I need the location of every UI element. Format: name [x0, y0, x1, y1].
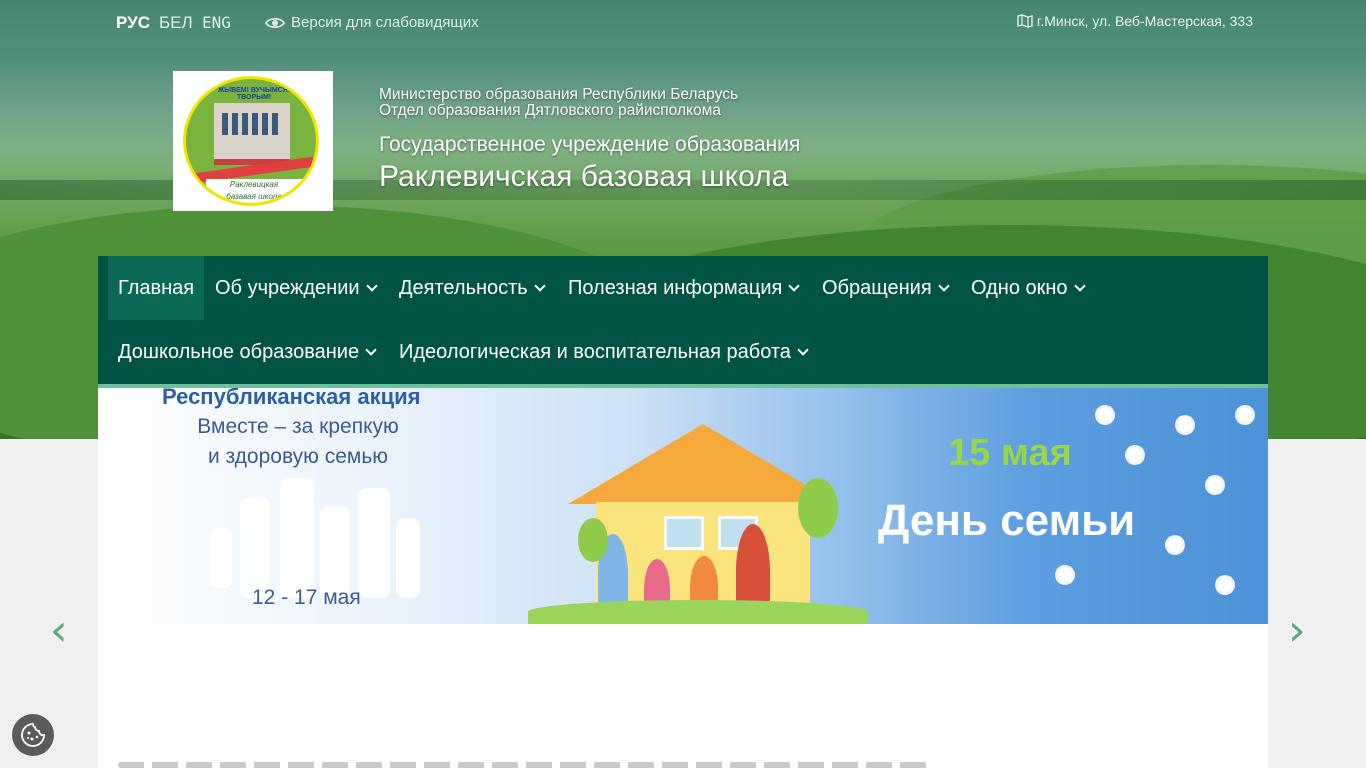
- content-area: [98, 624, 1268, 768]
- chevron-down-icon: [1073, 280, 1086, 292]
- nav-label: Полезная информация: [568, 277, 783, 299]
- vision-impaired-label: Версия для слабовидящих: [291, 14, 479, 31]
- map-icon: [1017, 14, 1033, 28]
- nav-item-activity[interactable]: Деятельность: [389, 256, 554, 320]
- nav-label: Одно окно: [971, 277, 1068, 299]
- banner-title: Республиканская акция: [162, 388, 421, 409]
- main-nav: Главная Об учреждении Деятельность Полез…: [98, 256, 1268, 388]
- top-bar: РУС БЕЛ ENG Версия для слабовидящих г.Ми…: [0, 0, 1366, 46]
- nav-label: Дошкольное образование: [118, 341, 360, 363]
- banner-date-big: 15 мая: [948, 432, 1072, 474]
- chevron-down-icon: [365, 280, 378, 292]
- lang-eng-link[interactable]: ENG: [202, 13, 231, 32]
- nav-item-useful-info[interactable]: Полезная информация: [558, 256, 808, 320]
- nav-item-one-window[interactable]: Одно окно: [961, 256, 1094, 320]
- school-name: Раклевичская базовая школа: [379, 160, 789, 193]
- vision-impaired-link[interactable]: Версия для слабовидящих: [265, 14, 479, 31]
- address: г.Минск, ул. Веб-Мастерская, 333: [1017, 13, 1253, 29]
- slider-prev-button[interactable]: ‹: [50, 605, 68, 656]
- news-heading-cut: [118, 762, 930, 768]
- house-illustration: [568, 424, 838, 619]
- nav-item-preschool[interactable]: Дошкольное образование: [108, 320, 385, 384]
- banner-dates: 12 - 17 мая: [252, 586, 361, 609]
- banner-subtitle-line2: и здоровую семью: [207, 445, 389, 468]
- slider-next-button[interactable]: ›: [1288, 605, 1306, 656]
- banner-subtitle: Вместе – за крепкую и здоровую семью: [188, 412, 408, 472]
- nav-item-appeals[interactable]: Обращения: [812, 256, 958, 320]
- logo-emblem: ЖЫВЕМ! ВУЧЫМСЯ! ТВОРЫМ! Раклевицкая база…: [183, 76, 319, 206]
- logo-caption-line1: Раклевицкая: [229, 180, 279, 189]
- cookie-icon: [21, 723, 45, 747]
- slider-banner[interactable]: Республиканская акция Вместе – за крепку…: [98, 388, 1268, 624]
- cookie-settings-button[interactable]: [12, 714, 54, 756]
- nav-label: Главная: [118, 277, 195, 299]
- chevron-down-icon: [365, 344, 377, 356]
- logo-motto: ЖЫВЕМ! ВУЧЫМСЯ! ТВОРЫМ!: [217, 87, 291, 101]
- school-logo[interactable]: ЖЫВЕМ! ВУЧЫМСЯ! ТВОРЫМ! Раклевицкая база…: [173, 71, 333, 211]
- lang-bel-link[interactable]: БЕЛ: [159, 13, 193, 33]
- nav-label: Идеологическая и воспитательная работа: [399, 341, 791, 363]
- eye-icon: [265, 17, 285, 28]
- grass: [528, 600, 868, 624]
- banner-subtitle-line1: Вместе – за крепкую: [197, 415, 399, 438]
- nav-item-home[interactable]: Главная: [108, 256, 205, 320]
- banner-day-name: День семьи: [878, 496, 1136, 545]
- nav-item-about[interactable]: Об учреждении: [205, 256, 386, 320]
- nav-item-ideology[interactable]: Идеологическая и воспитательная работа: [389, 320, 817, 384]
- logo-windows: [222, 113, 282, 135]
- chevron-down-icon: [797, 344, 809, 356]
- department-name: Отдел образования Дятловского райисполко…: [379, 102, 721, 119]
- institution-type: Государственное учреждение образования: [379, 133, 801, 156]
- chevron-down-icon: [534, 280, 546, 292]
- nav-label: Об учреждении: [215, 277, 360, 299]
- logo-caption-line2: базавая школа: [226, 192, 282, 201]
- chevron-down-icon: [938, 280, 950, 292]
- nav-label: Обращения: [822, 277, 932, 299]
- logo-caption: Раклевицкая базавая школа: [206, 179, 302, 203]
- lang-rus-link[interactable]: РУС: [116, 13, 150, 33]
- nav-label: Деятельность: [399, 277, 528, 299]
- chevron-down-icon: [788, 280, 801, 292]
- address-text: г.Минск, ул. Веб-Мастерская, 333: [1036, 13, 1253, 29]
